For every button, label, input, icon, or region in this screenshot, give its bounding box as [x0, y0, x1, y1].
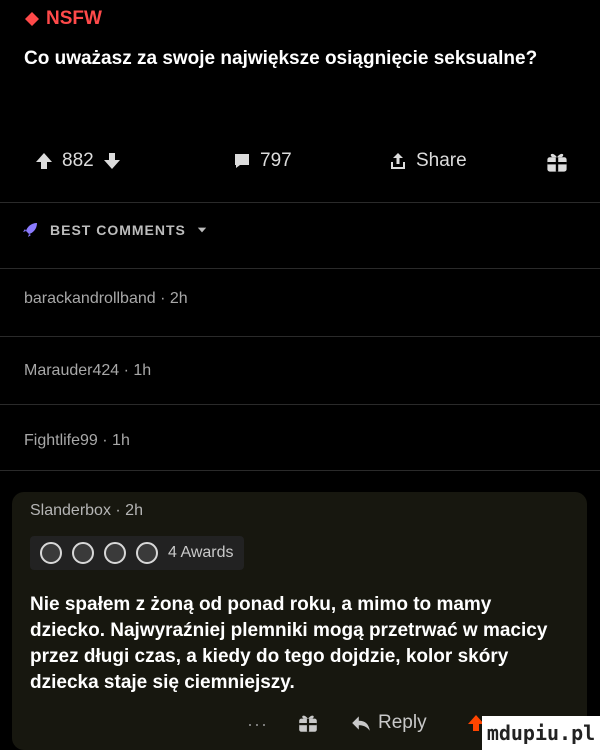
vote-count: 882	[62, 150, 94, 171]
award-icon	[136, 542, 158, 564]
divider	[0, 404, 600, 405]
divider	[0, 202, 600, 203]
post-title: Co uważasz za swoje największe osiągnięc…	[24, 48, 538, 69]
nsfw-label: NSFW	[46, 8, 102, 29]
gift-icon	[547, 153, 567, 172]
gift-icon[interactable]	[297, 712, 319, 734]
divider	[0, 336, 600, 337]
comment-body: Nie spałem z żoną od ponad roku, a mimo …	[30, 594, 548, 693]
comment-author[interactable]: barackandrollband · 2h	[24, 290, 188, 308]
nsfw-flair: NSFW	[24, 8, 102, 30]
comment-icon	[235, 154, 249, 168]
awards-count: 4 Awards	[168, 544, 234, 561]
more-options-button[interactable]: ···	[247, 714, 268, 735]
reply-button[interactable]: Reply	[350, 712, 427, 734]
reply-label: Reply	[378, 712, 427, 733]
vote-group: 882	[34, 150, 122, 172]
divider	[0, 268, 600, 269]
upvote-icon[interactable]	[34, 151, 54, 171]
comment-author[interactable]: Marauder424 · 1h	[24, 362, 151, 380]
sort-label: BEST COMMENTS	[50, 222, 186, 238]
comment-author[interactable]: Fightlife99 · 1h	[24, 432, 130, 450]
rocket-icon	[23, 223, 37, 237]
gift-button[interactable]	[545, 150, 569, 174]
featured-comment: Slanderbox · 2h 4 Awards Nie spałem z żo…	[12, 492, 587, 750]
reply-icon	[352, 716, 370, 731]
comment-count: 797	[260, 150, 292, 171]
watermark-logo: mdupiu.pl	[482, 716, 600, 750]
award-icon	[72, 542, 94, 564]
divider	[0, 470, 600, 471]
comments-button[interactable]: 797	[232, 150, 292, 172]
downvote-icon[interactable]	[102, 151, 122, 171]
awards-bar[interactable]: 4 Awards	[30, 536, 244, 570]
chevron-down-icon	[197, 227, 207, 233]
share-label: Share	[416, 150, 467, 171]
comment-author[interactable]: Slanderbox · 2h	[30, 502, 143, 520]
nsfw-icon	[25, 12, 39, 26]
share-icon	[391, 153, 405, 169]
post-action-bar: 882 797 Share	[0, 150, 600, 186]
sort-comments-button[interactable]: BEST COMMENTS	[20, 220, 208, 240]
award-icon	[40, 542, 62, 564]
award-icon	[104, 542, 126, 564]
share-button[interactable]: Share	[388, 150, 467, 172]
